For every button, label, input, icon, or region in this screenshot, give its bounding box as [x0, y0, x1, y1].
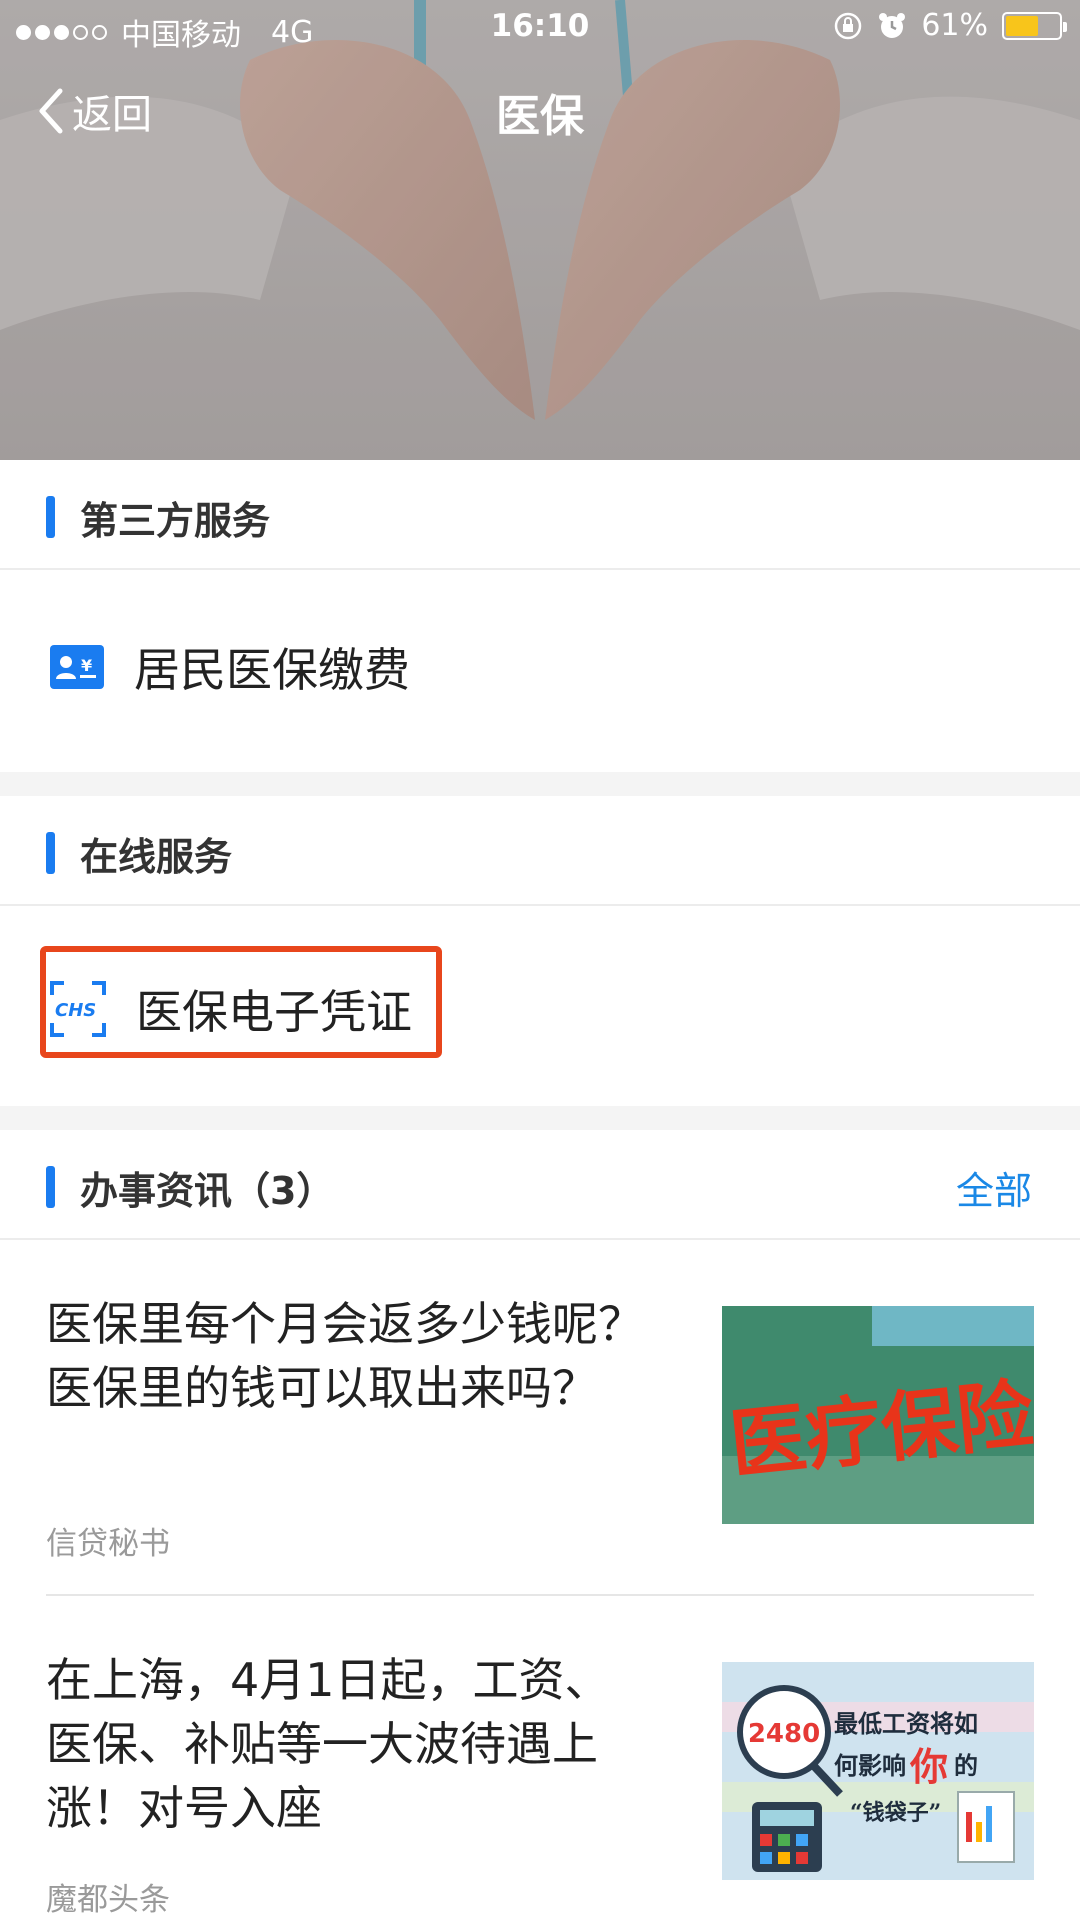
view-all-link[interactable]: 全部 — [956, 1160, 1032, 1215]
service-label: 医保电子凭证 — [136, 985, 412, 1039]
section-gap — [0, 1106, 1080, 1130]
header-banner: 中国移动 4G 16:10 61% 返回 医保 — [0, 0, 1080, 460]
news-headline: 医保里每个月会返多少钱呢？医保里的钱可以取出来吗？ — [46, 1297, 644, 1415]
status-bar: 中国移动 4G 16:10 61% — [0, 0, 1080, 54]
thumb-line-4: “钱袋子” — [850, 1800, 941, 1826]
section-accent-bar — [46, 1166, 55, 1208]
medical-insurance-thumbnail-image: 医疗保险 — [722, 1306, 1034, 1524]
section-gap — [0, 772, 1080, 796]
section-title: 办事资讯（3） — [80, 1169, 335, 1213]
doctor-heart-hands-photo — [0, 0, 1080, 460]
news-source: 信贷秘书 — [46, 1526, 170, 1562]
chs-scan-icon: CHS — [50, 981, 106, 1037]
news-headline: 在上海，4月1日起，工资、医保、补贴等一大波待遇上涨！对号入座 — [46, 1653, 611, 1835]
news-divider — [46, 1594, 1034, 1596]
service-medical-e-voucher[interactable]: CHS 医保电子凭证 — [50, 976, 412, 1042]
thumb-figure: 2480 — [748, 1719, 820, 1749]
section-header-news: 办事资讯（3） 全部 — [0, 1130, 1080, 1240]
service-resident-insurance-payment[interactable]: ¥ 居民医保缴费 — [50, 634, 410, 700]
news-source: 魔都头条 — [46, 1882, 170, 1918]
news-thumbnail: 2480 最低工资将如 何影响 你 的 “钱袋子” — [722, 1662, 1034, 1880]
section-accent-bar — [46, 496, 55, 538]
thumb-line-3: 的 — [954, 1751, 978, 1780]
news-item[interactable]: 在上海，4月1日起，工资、医保、补贴等一大波待遇上涨！对号入座 魔都头条 248… — [46, 1648, 1034, 1920]
section-header-online: 在线服务 — [0, 796, 1080, 906]
svg-text:¥: ¥ — [81, 656, 92, 675]
minimum-wage-thumbnail-image: 2480 最低工资将如 何影响 你 的 “钱袋子” — [722, 1662, 1034, 1880]
battery-icon — [1002, 11, 1067, 40]
rotation-lock-icon — [835, 12, 862, 39]
news-item[interactable]: 医保里每个月会返多少钱呢？医保里的钱可以取出来吗？ 信贷秘书 医疗保险 — [46, 1292, 1034, 1572]
page-title: 医保 — [496, 91, 584, 142]
svg-text:CHS: CHS — [55, 1000, 96, 1021]
service-label: 居民医保缴费 — [134, 643, 410, 697]
section-title: 在线服务 — [80, 835, 233, 879]
section-accent-bar — [46, 832, 55, 874]
thumb-line-2: 何影响 — [834, 1751, 906, 1780]
battery-level — [1006, 15, 1038, 36]
section-header-third-party: 第三方服务 — [0, 460, 1080, 570]
thumb-line-1: 最低工资将如 — [834, 1709, 978, 1738]
alarm-icon — [879, 12, 906, 38]
thumb-highlight: 你 — [909, 1744, 948, 1789]
news-thumbnail: 医疗保险 — [722, 1306, 1034, 1524]
id-card-icon: ¥ — [50, 645, 104, 689]
battery-percent: 61% — [921, 8, 988, 43]
section-title: 第三方服务 — [80, 499, 271, 543]
status-right: 61% — [833, 8, 1067, 43]
